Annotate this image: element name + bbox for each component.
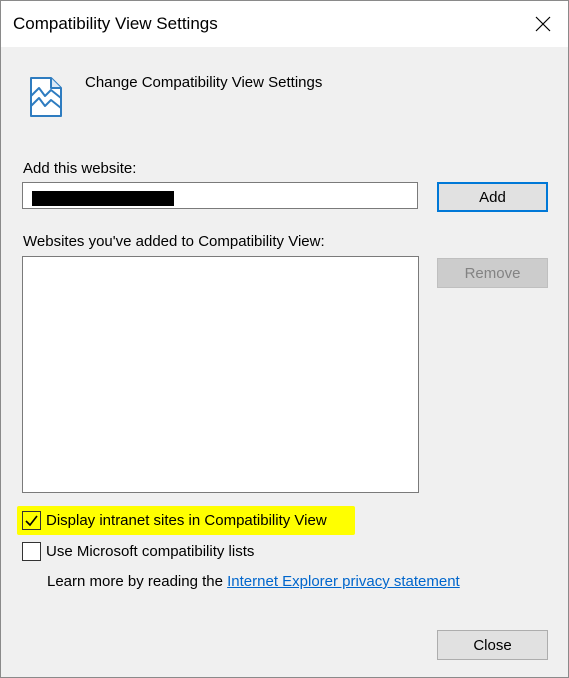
websites-list-label: Websites you've added to Compatibility V… (23, 233, 325, 250)
privacy-statement-link[interactable]: Internet Explorer privacy statement (227, 573, 460, 590)
checkmark-icon (25, 515, 38, 527)
compatibility-view-dialog: Compatibility View Settings Change Compa… (0, 0, 569, 678)
ms-lists-label: Use Microsoft compatibility lists (46, 543, 255, 560)
redacted-url (32, 191, 174, 206)
close-icon[interactable] (528, 9, 558, 39)
intranet-option[interactable]: Display intranet sites in Compatibility … (22, 511, 327, 530)
add-website-label: Add this website: (23, 160, 137, 177)
ms-lists-option[interactable]: Use Microsoft compatibility lists (22, 542, 254, 561)
close-button[interactable]: Close (437, 630, 548, 660)
intranet-checkbox[interactable] (22, 511, 41, 530)
add-website-input[interactable] (22, 182, 418, 209)
compatibility-view-icon (27, 74, 65, 120)
learn-more-text: Learn more by reading the Internet Explo… (47, 573, 460, 590)
intranet-label: Display intranet sites in Compatibility … (46, 512, 327, 529)
websites-listbox[interactable] (22, 256, 419, 493)
remove-button[interactable]: Remove (437, 258, 548, 288)
learn-more-prefix: Learn more by reading the (47, 573, 228, 590)
header-text: Change Compatibility View Settings (85, 74, 323, 91)
add-button[interactable]: Add (437, 182, 548, 212)
title-bar: Compatibility View Settings (1, 1, 568, 47)
window-title: Compatibility View Settings (13, 14, 218, 33)
ms-lists-checkbox[interactable] (22, 542, 41, 561)
